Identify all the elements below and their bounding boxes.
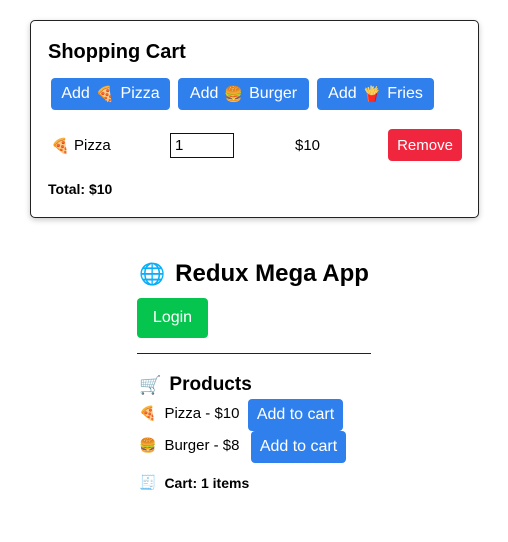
fries-icon: 🍟 xyxy=(362,85,382,103)
add-label: Add xyxy=(189,85,219,102)
quantity-input[interactable] xyxy=(170,133,234,158)
shopping-cart-card: Shopping Cart Add 🍕 Pizza Add 🍔 Burger A… xyxy=(30,20,479,218)
products-heading: 🛒 Products xyxy=(139,374,252,396)
add-label: Add xyxy=(61,85,90,102)
add-fries-button[interactable]: Add 🍟 Fries xyxy=(317,78,434,110)
burger-icon: 🍔 xyxy=(139,437,157,454)
cart-total: Total: $10 xyxy=(48,181,113,197)
product-item-pizza: 🍕 Pizza - $10 xyxy=(139,405,239,422)
app-title: 🌐 Redux Mega App xyxy=(139,260,369,288)
pizza-icon: 🍕 xyxy=(139,405,157,422)
pizza-icon: 🍕 xyxy=(51,137,70,155)
product-item-burger: 🍔 Burger - $8 xyxy=(139,437,239,454)
product-label: Pizza - $10 xyxy=(164,405,240,422)
cart-summary-text: Cart: 1 items xyxy=(164,475,250,491)
product-label: Burger - $8 xyxy=(164,437,240,454)
cart-summary: 🧾 Cart: 1 items xyxy=(139,475,249,491)
cart-title: Shopping Cart xyxy=(48,41,186,63)
add-burger-label: Burger xyxy=(249,85,298,102)
shopping-cart-icon: 🛒 xyxy=(139,374,162,396)
pizza-icon: 🍕 xyxy=(95,85,115,103)
globe-icon: 🌐 xyxy=(139,261,166,286)
remove-button[interactable]: Remove xyxy=(388,129,462,161)
add-label: Add xyxy=(328,85,357,102)
cart-item-name: Pizza xyxy=(74,137,111,154)
add-to-cart-pizza-button[interactable]: Add to cart xyxy=(248,399,343,431)
products-title-text: Products xyxy=(169,374,252,395)
app-title-text: Redux Mega App xyxy=(175,260,369,287)
divider xyxy=(137,353,371,354)
add-to-cart-burger-button[interactable]: Add to cart xyxy=(251,431,346,463)
add-fries-label: Fries xyxy=(387,85,423,102)
burger-icon: 🍔 xyxy=(224,85,244,103)
login-button[interactable]: Login xyxy=(137,298,208,338)
add-burger-button[interactable]: Add 🍔 Burger xyxy=(178,78,309,110)
add-pizza-label: Pizza xyxy=(120,85,160,102)
add-pizza-button[interactable]: Add 🍕 Pizza xyxy=(51,78,170,110)
receipt-icon: 🧾 xyxy=(139,475,157,491)
cart-item-price: $10 xyxy=(295,137,321,154)
